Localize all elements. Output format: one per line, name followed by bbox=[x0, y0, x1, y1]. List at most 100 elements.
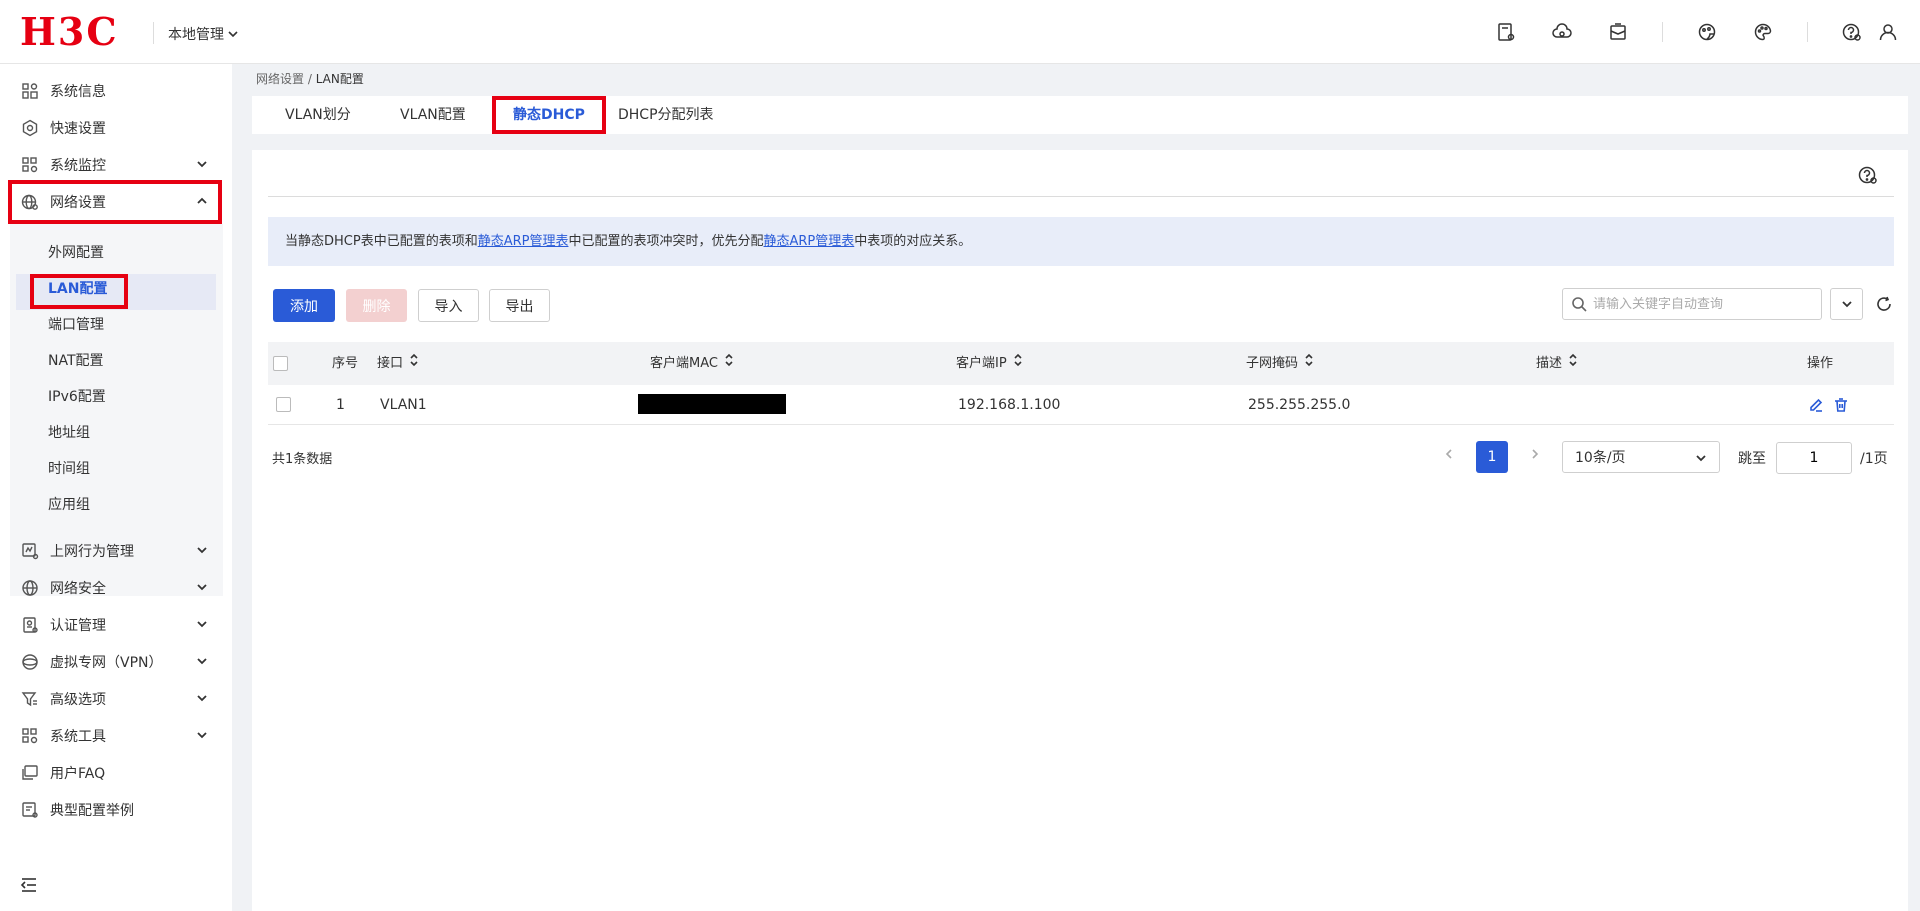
next-page-icon[interactable] bbox=[1529, 448, 1543, 462]
local-management-label: 本地管理 bbox=[168, 27, 224, 43]
sort-icon[interactable] bbox=[724, 342, 734, 385]
cell-index: 1 bbox=[336, 397, 345, 413]
table-row: 1 VLAN1 192.168.1.100 255.255.255.0 bbox=[268, 385, 1894, 425]
sidebar-item-advanced-options[interactable]: 高级选项 bbox=[10, 682, 220, 716]
sidebar-item-label: 典型配置举例 bbox=[50, 803, 134, 819]
submenu-port-management[interactable]: 端口管理 bbox=[48, 314, 104, 336]
import-button[interactable]: 导入 bbox=[418, 289, 479, 322]
collapse-sidebar-icon[interactable] bbox=[20, 876, 38, 894]
column-label: 子网掩码 bbox=[1246, 356, 1299, 371]
column-index: 序号 bbox=[332, 356, 359, 371]
faq-icon bbox=[20, 763, 40, 783]
select-all-checkbox[interactable] bbox=[273, 342, 288, 385]
tab-vlan-division[interactable]: VLAN划分 bbox=[285, 96, 351, 134]
add-button[interactable]: 添加 bbox=[273, 289, 335, 322]
tab-bar: VLAN划分 VLAN配置 静态DHCP DHCP分配列表 bbox=[252, 96, 1908, 134]
sidebar-item-vpn[interactable]: 虚拟专网（VPN） bbox=[10, 645, 220, 679]
chevron-down-icon bbox=[1841, 301, 1852, 308]
help-icon[interactable] bbox=[1858, 165, 1878, 185]
sidebar-item-network-security[interactable]: 网络安全 bbox=[10, 571, 220, 605]
sidebar: 系统信息 快速设置 系统监控 网络设置 外网配置 LAN配置 端口管理 NAT配… bbox=[0, 64, 232, 911]
info-notice: 当静态DHCP表中已配置的表项和静态ARP管理表中已配置的表项冲突时，优先分配静… bbox=[268, 217, 1894, 266]
edit-icon[interactable] bbox=[1808, 397, 1824, 413]
column-interface[interactable]: 接口 bbox=[377, 342, 419, 385]
sidebar-item-label: 用户FAQ bbox=[50, 766, 106, 782]
submenu-nat-config[interactable]: NAT配置 bbox=[48, 350, 104, 372]
search-input[interactable] bbox=[1593, 296, 1813, 312]
cell-subnet-mask: 255.255.255.0 bbox=[1248, 397, 1351, 413]
tab-static-dhcp[interactable]: 静态DHCP bbox=[492, 96, 606, 134]
sidebar-item-label: 系统监控 bbox=[50, 158, 106, 174]
sidebar-item-system-tools[interactable]: 系统工具 bbox=[10, 719, 220, 753]
chevron-down-icon bbox=[1696, 455, 1706, 462]
page-size-select[interactable]: 10条/页 bbox=[1562, 441, 1720, 473]
divider bbox=[268, 196, 1894, 197]
globe-shield-icon bbox=[20, 578, 40, 598]
chevron-up-icon bbox=[196, 195, 208, 207]
column-client-ip[interactable]: 客户端IP bbox=[956, 342, 1023, 385]
sort-icon[interactable] bbox=[1304, 342, 1314, 385]
sidebar-item-label: 认证管理 bbox=[50, 618, 106, 634]
table-header: 序号 接口 客户端MAC 客户端IP 子网掩码 描述 操作 bbox=[268, 342, 1894, 385]
row-checkbox[interactable] bbox=[276, 397, 291, 412]
sidebar-item-system-monitor[interactable]: 系统监控 bbox=[10, 148, 220, 182]
tab-vlan-config[interactable]: VLAN配置 bbox=[400, 96, 466, 134]
sidebar-item-network-settings[interactable]: 网络设置 bbox=[8, 180, 222, 224]
checkbox[interactable] bbox=[273, 356, 288, 371]
sort-icon[interactable] bbox=[1568, 342, 1578, 385]
chevron-down-icon bbox=[196, 618, 208, 630]
sidebar-item-auth-management[interactable]: 认证管理 bbox=[10, 608, 220, 642]
sidebar-item-config-examples[interactable]: 典型配置举例 bbox=[10, 793, 220, 827]
column-description[interactable]: 描述 bbox=[1536, 342, 1578, 385]
header-divider bbox=[1662, 22, 1663, 42]
tab-dhcp-allocation-list[interactable]: DHCP分配列表 bbox=[618, 96, 714, 134]
prev-page-icon[interactable] bbox=[1443, 448, 1457, 462]
delete-button[interactable]: 删除 bbox=[346, 289, 407, 322]
submenu-address-group[interactable]: 地址组 bbox=[48, 422, 90, 444]
sidebar-item-label: 虚拟专网（VPN） bbox=[50, 655, 163, 671]
static-arp-link-2[interactable]: 静态ARP管理表 bbox=[763, 234, 854, 249]
breadcrumb-parent[interactable]: 网络设置 bbox=[256, 72, 304, 86]
static-arp-link[interactable]: 静态ARP管理表 bbox=[478, 234, 569, 249]
theme-dark-icon[interactable] bbox=[1695, 20, 1719, 44]
sidebar-item-system-info[interactable]: 系统信息 bbox=[10, 74, 220, 108]
mailbox-icon[interactable] bbox=[1606, 20, 1630, 44]
logo-divider bbox=[153, 22, 154, 44]
user-icon[interactable] bbox=[1876, 20, 1900, 44]
column-client-mac[interactable]: 客户端MAC bbox=[650, 342, 734, 385]
cell-client-ip: 192.168.1.100 bbox=[958, 397, 1061, 413]
checkbox[interactable] bbox=[276, 397, 291, 412]
local-management-dropdown[interactable]: 本地管理 bbox=[168, 24, 238, 44]
notice-text: 当静态DHCP表中已配置的表项和 bbox=[285, 234, 478, 249]
chevron-down-icon bbox=[196, 581, 208, 593]
notice-text: 中已配置的表项冲突时，优先分配 bbox=[568, 234, 764, 249]
submenu-app-group[interactable]: 应用组 bbox=[48, 494, 90, 516]
page-number-current[interactable]: 1 bbox=[1476, 441, 1508, 473]
sidebar-item-quick-setup[interactable]: 快速设置 bbox=[10, 111, 220, 145]
search-options-dropdown[interactable] bbox=[1830, 288, 1863, 320]
cell-interface: VLAN1 bbox=[380, 397, 427, 413]
device-add-icon[interactable] bbox=[1494, 20, 1518, 44]
sidebar-item-user-faq[interactable]: 用户FAQ bbox=[10, 756, 220, 790]
sidebar-item-label: 快速设置 bbox=[50, 121, 106, 137]
behavior-icon bbox=[20, 541, 40, 561]
cloud-sync-icon[interactable] bbox=[1550, 20, 1574, 44]
jump-to-page-input[interactable] bbox=[1776, 442, 1852, 474]
sort-icon[interactable] bbox=[409, 342, 419, 385]
tools-icon bbox=[20, 726, 40, 746]
palette-icon[interactable] bbox=[1751, 20, 1775, 44]
export-button[interactable]: 导出 bbox=[489, 289, 550, 322]
submenu-wan-config[interactable]: 外网配置 bbox=[48, 242, 104, 264]
cert-icon bbox=[20, 615, 40, 635]
refresh-icon[interactable] bbox=[1876, 296, 1892, 312]
chevron-down-icon bbox=[196, 158, 208, 170]
submenu-ipv6-config[interactable]: IPv6配置 bbox=[48, 386, 106, 408]
submenu-time-group[interactable]: 时间组 bbox=[48, 458, 90, 480]
delete-icon[interactable] bbox=[1833, 397, 1849, 413]
chevron-down-icon bbox=[228, 31, 238, 38]
help-icon[interactable] bbox=[1840, 20, 1864, 44]
sidebar-item-behavior-management[interactable]: 上网行为管理 bbox=[10, 534, 220, 568]
column-subnet-mask[interactable]: 子网掩码 bbox=[1246, 342, 1314, 385]
filter-icon bbox=[20, 689, 40, 709]
sort-icon[interactable] bbox=[1013, 342, 1023, 385]
